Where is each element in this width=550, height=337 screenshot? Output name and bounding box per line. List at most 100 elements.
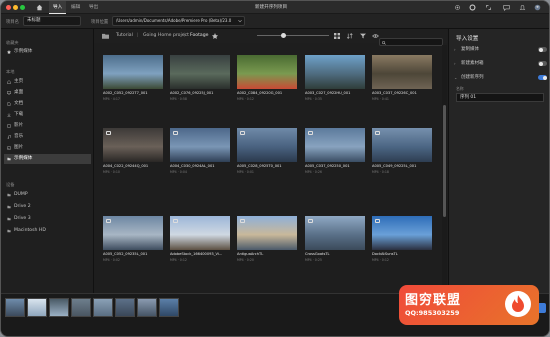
sort-icon[interactable] — [347, 33, 353, 39]
copy-media-toggle[interactable] — [538, 47, 547, 52]
sidebar-item-sample-media[interactable]: 示例媒体 — [4, 154, 91, 164]
video-clip-icon — [106, 219, 111, 223]
filter-icon[interactable] — [360, 33, 366, 39]
media-name: AntiguaArchTL — [237, 252, 264, 256]
desktop-icon — [7, 91, 11, 95]
media-meta: MP4 · 0:41 — [372, 97, 389, 101]
media-thumbnail[interactable] — [372, 55, 432, 89]
tab-import[interactable]: 导入 — [49, 1, 67, 14]
media-thumbnail[interactable] — [170, 216, 230, 250]
media-thumbnail[interactable] — [237, 128, 297, 162]
sidebar-item-music[interactable]: 音乐 — [4, 132, 91, 142]
sequence-name-input[interactable]: 序列 01 — [456, 93, 544, 102]
sidebar-item-desktop[interactable]: 桌面 — [4, 88, 91, 98]
sidebar-item-pictures[interactable]: 图片 — [4, 143, 91, 153]
grid-view-icon[interactable] — [334, 33, 340, 39]
scrollbar-thumb[interactable] — [443, 105, 446, 217]
media-thumbnail[interactable] — [170, 128, 230, 162]
tray-thumbnail[interactable] — [5, 298, 25, 317]
media-name: A004_C030_0924AL_001 — [170, 164, 215, 168]
folder-icon[interactable] — [102, 33, 109, 39]
sidebar-section-favorites: 收藏夹 — [6, 40, 19, 45]
create-sequence-row[interactable]: ⌄ 创建新序列 — [454, 72, 549, 83]
tab-export[interactable]: 导出 — [85, 1, 102, 14]
project-location-label: 项目位置 — [91, 20, 109, 25]
video-clip-icon — [106, 131, 111, 135]
user-avatar-icon[interactable] — [534, 4, 541, 11]
new-bin-toggle[interactable] — [538, 61, 547, 66]
sidebar-item-device-dump[interactable]: DUMP — [4, 190, 91, 200]
breadcrumb-going-home[interactable]: Going Home project — [143, 29, 189, 43]
sidebar-item-device-macintosh-hd[interactable]: Macintosh HD — [4, 226, 91, 236]
close-window-button[interactable] — [6, 5, 11, 10]
breadcrumb-separator: | — [137, 33, 139, 38]
create-sequence-toggle[interactable] — [538, 75, 547, 80]
media-thumbnail[interactable] — [305, 55, 365, 89]
sidebar-item-device-drive-2[interactable]: Drive 2 — [4, 202, 91, 212]
sidebar-item-label: 下载 — [14, 112, 24, 117]
sidebar-item-label: 音乐 — [14, 134, 24, 139]
media-thumbnail[interactable] — [237, 55, 297, 89]
media-thumbnail[interactable] — [305, 128, 365, 162]
project-location-select[interactable]: /Users/admin/Documents/Adobe/Premiere Pr… — [112, 16, 245, 26]
media-thumbnail[interactable] — [305, 216, 365, 250]
expand-icon[interactable] — [485, 4, 492, 11]
media-thumbnail[interactable] — [103, 216, 163, 250]
download-icon — [7, 113, 11, 117]
tray-thumbnail[interactable] — [71, 298, 91, 317]
sidebar-item-home[interactable]: 主页 — [4, 77, 91, 87]
media-name: A004_C022_09244Q_001 — [103, 164, 149, 168]
zoom-slider[interactable] — [257, 35, 329, 37]
chat-icon[interactable] — [503, 4, 510, 11]
chevron-right-icon: › — [454, 61, 456, 66]
tab-edit[interactable]: 编辑 — [67, 1, 84, 14]
media-meta: MP4 · 0:18 — [372, 170, 389, 174]
sidebar-item-favorite-sample-media[interactable]: 示例媒体 — [4, 47, 91, 57]
tray-thumbnail[interactable] — [159, 298, 179, 317]
media-meta: MP4 · 0:12 — [170, 258, 187, 262]
folder-icon — [7, 193, 11, 197]
breadcrumb-footage[interactable]: Footage — [190, 29, 208, 43]
sidebar-item-label: 示例媒体 — [14, 156, 33, 161]
star-icon[interactable] — [212, 33, 218, 39]
media-thumbnail[interactable] — [237, 216, 297, 250]
broadcast-icon[interactable] — [454, 4, 461, 11]
sidebar-item-movies[interactable]: 影片 — [4, 121, 91, 131]
home-icon — [7, 80, 11, 84]
tray-thumbnail[interactable] — [27, 298, 47, 317]
folder-icon — [7, 157, 11, 161]
sidebar-item-label: 桌面 — [14, 90, 24, 95]
breadcrumb-tutorial[interactable]: Tutorial — [116, 29, 133, 43]
tray-thumbnail[interactable] — [93, 298, 113, 317]
minimize-window-button[interactable] — [13, 5, 18, 10]
media-name: AdobeStock_166400093_Vi... — [170, 252, 223, 256]
document-icon — [7, 102, 11, 106]
bell-icon[interactable] — [519, 4, 526, 11]
media-name: A005_C052_09235L_001 — [103, 252, 148, 256]
new-bin-row[interactable]: › 新建素材箱 — [454, 58, 549, 69]
sidebar-item-device-drive-3[interactable]: Drive 3 — [4, 214, 91, 224]
media-meta: MP4 · 0:12 — [372, 258, 389, 262]
maximize-window-button[interactable] — [20, 5, 25, 10]
media-thumbnail[interactable] — [170, 55, 230, 89]
media-thumbnail[interactable] — [103, 55, 163, 89]
media-thumbnail[interactable] — [372, 216, 432, 250]
copy-media-row[interactable]: › 复制媒体 — [454, 44, 549, 55]
vertical-scrollbar[interactable] — [442, 45, 447, 292]
zoom-slider-handle[interactable] — [281, 33, 286, 38]
tray-thumbnail[interactable] — [137, 298, 157, 317]
tray-thumbnail[interactable] — [115, 298, 135, 317]
eye-icon[interactable] — [372, 33, 379, 39]
watermark-qq: QQ:985303259 — [405, 309, 460, 317]
media-thumbnail[interactable] — [372, 128, 432, 162]
sidebar-item-downloads[interactable]: 下载 — [4, 110, 91, 120]
sidebar-item-documents[interactable]: 文档 — [4, 99, 91, 109]
media-thumbnail[interactable] — [103, 128, 163, 162]
video-clip-icon — [375, 131, 380, 135]
sidebar-item-label: Macintosh HD — [14, 228, 46, 233]
project-name-input[interactable]: 未标题 — [23, 16, 81, 26]
tray-thumbnail[interactable] — [49, 298, 69, 317]
home-icon[interactable] — [36, 4, 43, 11]
progress-icon[interactable] — [469, 4, 476, 11]
media-meta: MP4 · 0:35 — [305, 97, 322, 101]
